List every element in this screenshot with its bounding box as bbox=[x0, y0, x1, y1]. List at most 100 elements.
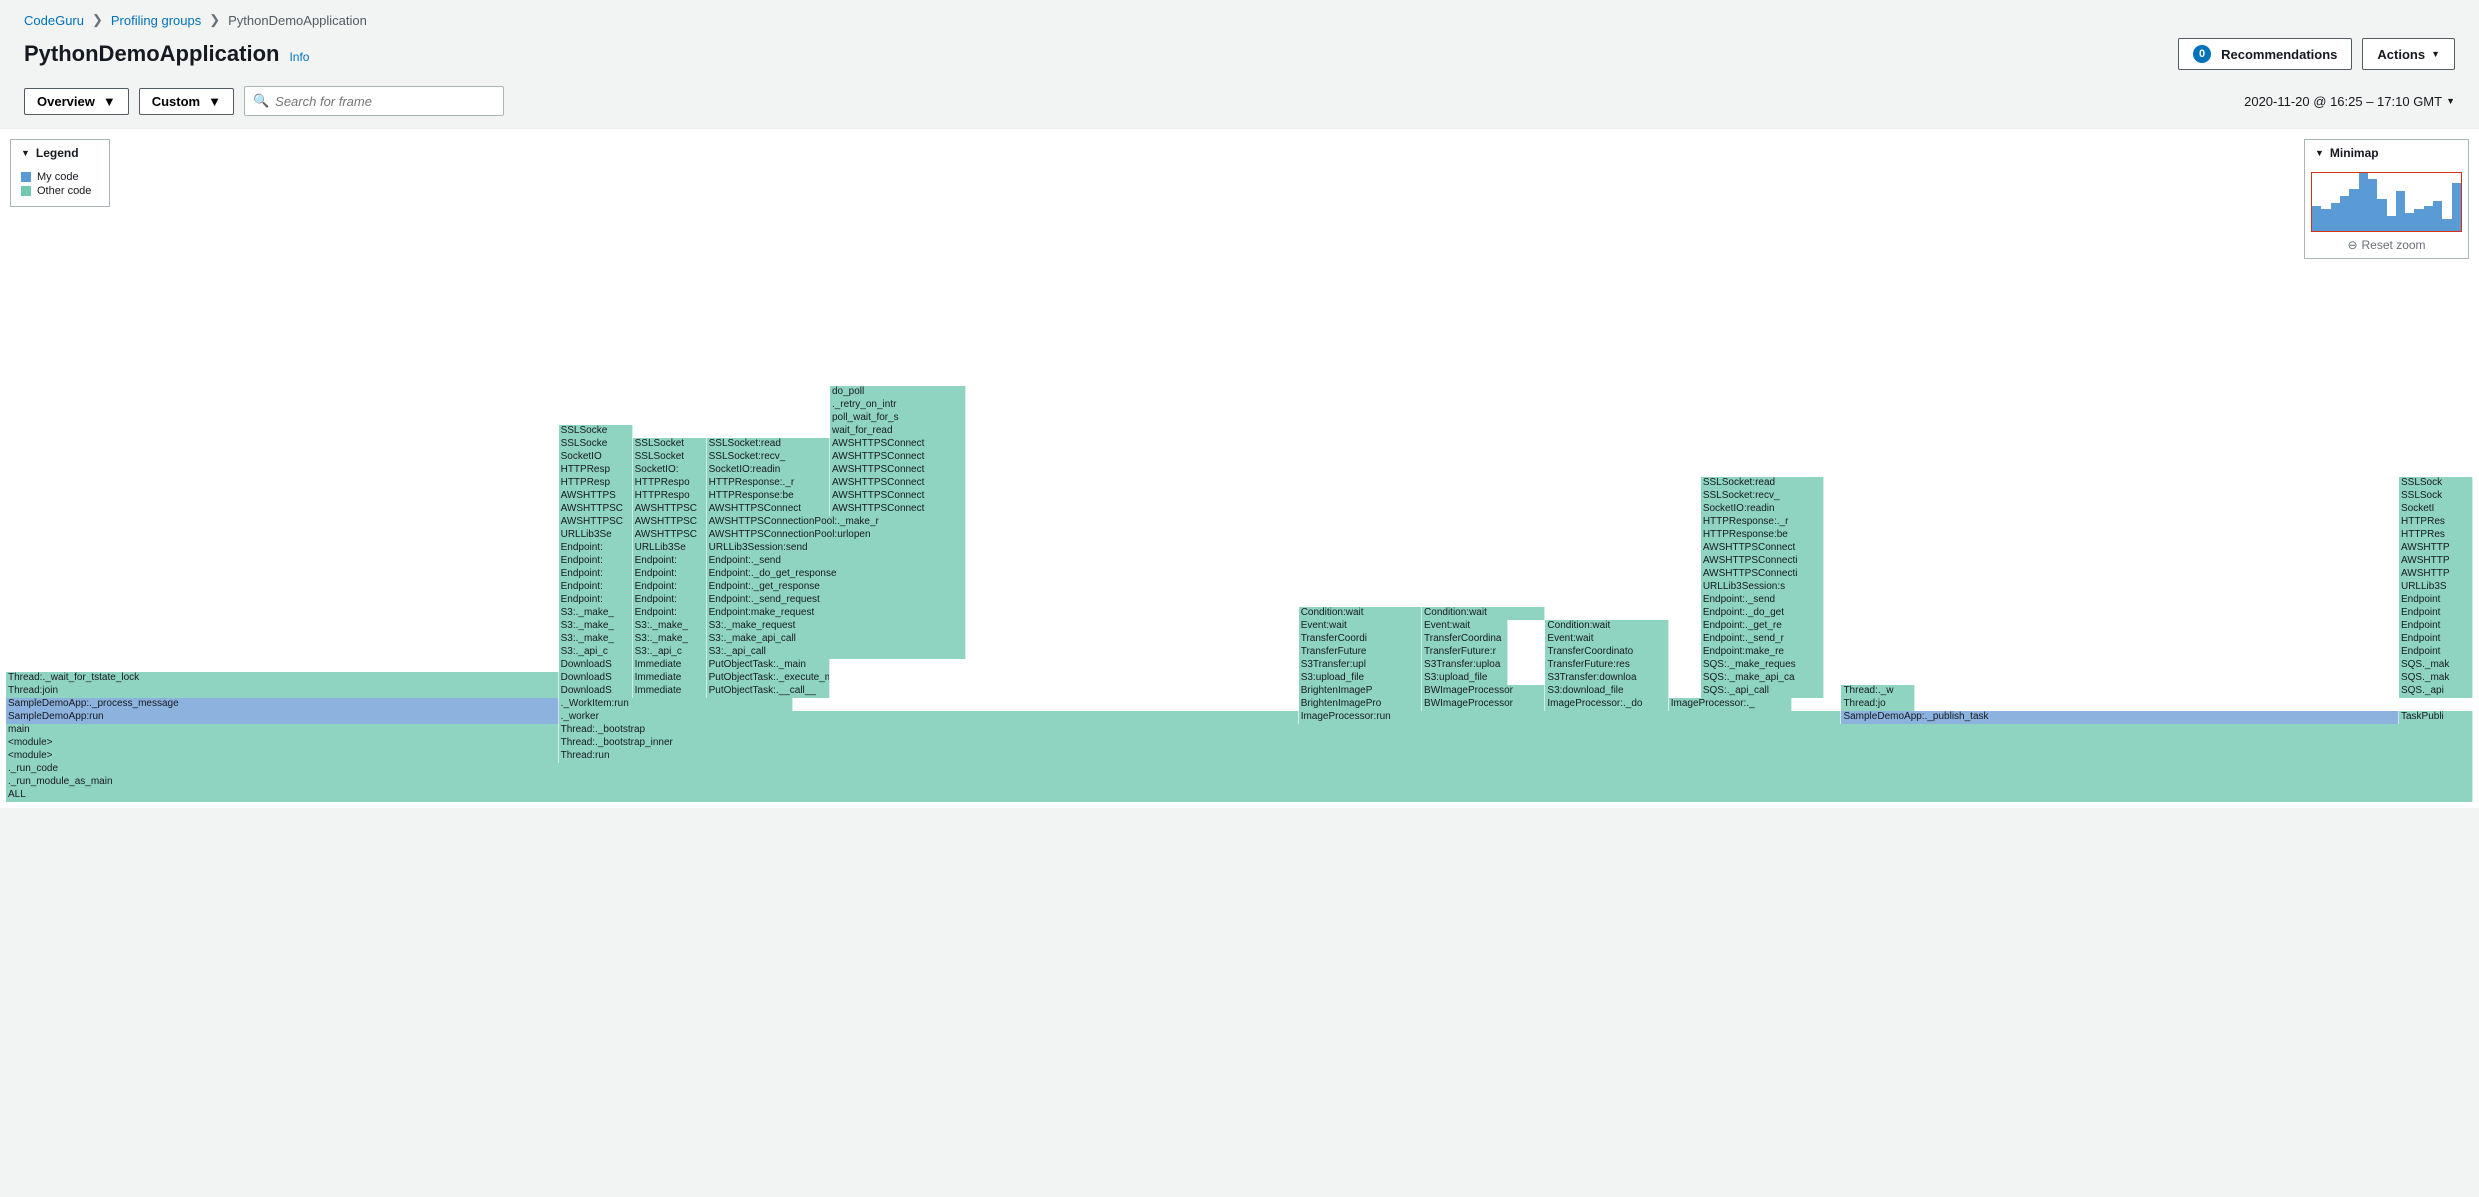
flame-frame[interactable]: S3Transfer:uploa bbox=[1422, 659, 1508, 672]
flame-frame[interactable]: Endpoint bbox=[2399, 607, 2473, 620]
flame-frame[interactable]: Endpoint: bbox=[633, 568, 707, 581]
flame-frame[interactable]: AWSHTTPSConnect bbox=[830, 451, 966, 464]
flame-frame[interactable]: URLLib3Se bbox=[559, 529, 633, 542]
flame-frame[interactable]: <module> bbox=[6, 737, 559, 750]
legend-header[interactable]: ▼ Legend bbox=[11, 140, 109, 166]
flame-frame[interactable]: Endpoint: bbox=[633, 594, 707, 607]
flame-frame[interactable]: ImageProcessor:._ bbox=[1669, 698, 1792, 711]
flame-frame[interactable]: Endpoint:make_re bbox=[1701, 646, 1824, 659]
minimap-header[interactable]: ▼ Minimap bbox=[2305, 140, 2468, 166]
flame-frame[interactable]: S3:._api_c bbox=[633, 646, 707, 659]
flame-frame[interactable]: Immediate bbox=[633, 672, 707, 685]
flame-frame[interactable]: Immediate bbox=[633, 685, 707, 698]
flame-frame[interactable]: DownloadS bbox=[559, 672, 633, 685]
flame-frame[interactable]: SSLSocket:recv_ bbox=[707, 451, 830, 464]
flame-frame[interactable]: SSLSocke bbox=[559, 425, 633, 438]
flame-frame[interactable]: SQS:._make_reques bbox=[1701, 659, 1824, 672]
flame-frame[interactable]: Endpoint:._do_get_response bbox=[707, 568, 966, 581]
flame-frame[interactable]: BWImageProcessor bbox=[1422, 698, 1545, 711]
flame-frame[interactable]: ._retry_on_intr bbox=[830, 399, 966, 412]
flame-frame[interactable]: poll_wait_for_s bbox=[830, 412, 966, 425]
flame-frame[interactable]: SocketIO:readin bbox=[707, 464, 830, 477]
flame-frame[interactable]: SQS._api bbox=[2399, 685, 2473, 698]
flame-frame[interactable]: HTTPResp bbox=[559, 477, 633, 490]
actions-button[interactable]: Actions ▼ bbox=[2362, 38, 2455, 70]
flame-frame[interactable]: S3Transfer:downloa bbox=[1545, 672, 1668, 685]
flame-frame[interactable]: Endpoint: bbox=[559, 568, 633, 581]
flame-frame[interactable]: Thread:jo bbox=[1841, 698, 1915, 711]
flame-frame[interactable]: DownloadS bbox=[559, 685, 633, 698]
flame-frame[interactable]: AWSHTTPSConnecti bbox=[1701, 568, 1824, 581]
flame-frame[interactable]: SQS._mak bbox=[2399, 672, 2473, 685]
flame-frame[interactable]: AWSHTTPSConnect bbox=[830, 477, 966, 490]
flame-frame[interactable]: ALL bbox=[6, 789, 2473, 802]
flame-frame[interactable]: Endpoint: bbox=[633, 607, 707, 620]
flame-graph[interactable]: ALL._run_module_as_main._run_code<module… bbox=[6, 386, 2473, 802]
flame-frame[interactable]: Endpoint: bbox=[559, 581, 633, 594]
flame-frame[interactable]: Endpoint: bbox=[559, 555, 633, 568]
flame-frame[interactable]: SampleDemoApp:run bbox=[6, 711, 559, 724]
flame-frame[interactable]: BrightenImagePro bbox=[1299, 698, 1422, 711]
info-link[interactable]: Info bbox=[289, 50, 309, 64]
flame-frame[interactable]: Endpoint bbox=[2399, 633, 2473, 646]
breadcrumb-codeguru[interactable]: CodeGuru bbox=[24, 13, 84, 28]
flame-frame[interactable]: TransferCoordina bbox=[1422, 633, 1508, 646]
flame-frame[interactable]: AWSHTTPS bbox=[559, 490, 633, 503]
flame-frame[interactable]: Condition:wait bbox=[1422, 607, 1545, 620]
flame-frame[interactable]: <module> bbox=[6, 750, 559, 763]
flame-frame[interactable]: AWSHTTP bbox=[2399, 555, 2473, 568]
flame-frame[interactable]: Thread:._bootstrap_inner bbox=[559, 737, 2473, 750]
flame-frame[interactable]: AWSHTTPSC bbox=[559, 516, 633, 529]
flame-frame[interactable]: PutObjectTask:._main bbox=[707, 659, 830, 672]
flame-frame[interactable]: SSLSock bbox=[2399, 490, 2473, 503]
flame-frame[interactable]: HTTPRespo bbox=[633, 477, 707, 490]
flame-frame[interactable]: AWSHTTPSC bbox=[633, 503, 707, 516]
flame-frame[interactable]: SSLSocket bbox=[633, 451, 707, 464]
flame-frame[interactable]: Thread:._w bbox=[1841, 685, 1915, 698]
flame-frame[interactable]: SSLSocket:read bbox=[707, 438, 830, 451]
flame-frame[interactable]: Thread:._bootstrap bbox=[559, 724, 2473, 737]
time-range-selector[interactable]: 2020-11-20 @ 16:25 – 17:10 GMT ▼ bbox=[2244, 94, 2455, 109]
flame-frame[interactable]: TransferCoordinato bbox=[1545, 646, 1668, 659]
flame-frame[interactable]: HTTPResponse:._r bbox=[1701, 516, 1824, 529]
flame-frame[interactable]: AWSHTTPSConnect bbox=[830, 438, 966, 451]
flame-frame[interactable]: ._WorkItem:run bbox=[559, 698, 793, 711]
flame-frame[interactable]: AWSHTTPSConnect bbox=[830, 464, 966, 477]
flame-frame[interactable]: AWSHTTPSC bbox=[559, 503, 633, 516]
flame-frame[interactable]: HTTPResp bbox=[559, 464, 633, 477]
flame-frame[interactable]: Event:wait bbox=[1545, 633, 1668, 646]
flame-frame[interactable]: HTTPResponse:be bbox=[1701, 529, 1824, 542]
flame-frame[interactable]: TransferFuture:r bbox=[1422, 646, 1508, 659]
flame-frame[interactable]: do_poll bbox=[830, 386, 966, 399]
flame-frame[interactable]: SocketIO:readin bbox=[1701, 503, 1824, 516]
flame-frame[interactable]: AWSHTTP bbox=[2399, 542, 2473, 555]
flame-frame[interactable]: Endpoint: bbox=[559, 594, 633, 607]
flame-frame[interactable]: AWSHTTPSC bbox=[633, 516, 707, 529]
flame-frame[interactable]: S3:._api_c bbox=[559, 646, 633, 659]
flame-frame[interactable]: URLLib3Session:send bbox=[707, 542, 966, 555]
flame-frame[interactable]: PutObjectTask:.__call__ bbox=[707, 685, 830, 698]
flame-frame[interactable]: Condition:wait bbox=[1299, 607, 1422, 620]
flame-frame[interactable]: Immediate bbox=[633, 659, 707, 672]
flame-frame[interactable]: HTTPRespo bbox=[633, 490, 707, 503]
flame-frame[interactable]: wait_for_read bbox=[830, 425, 966, 438]
flame-frame[interactable]: Endpoint: bbox=[559, 542, 633, 555]
minimap-chart[interactable] bbox=[2311, 172, 2462, 232]
recommendations-button[interactable]: 0 Recommendations bbox=[2178, 38, 2352, 70]
flame-frame[interactable]: SampleDemoApp:._process_message bbox=[6, 698, 559, 711]
flame-frame[interactable]: Event:wait bbox=[1299, 620, 1422, 633]
flame-frame[interactable]: Endpoint bbox=[2399, 594, 2473, 607]
flame-frame[interactable]: BrightenImageP bbox=[1299, 685, 1422, 698]
flame-frame[interactable]: Endpoint: bbox=[633, 581, 707, 594]
flame-frame[interactable]: S3:._make_api_call bbox=[707, 633, 966, 646]
flame-frame[interactable]: Endpoint:._send bbox=[707, 555, 966, 568]
flame-frame[interactable]: URLLib3Se bbox=[633, 542, 707, 555]
flame-frame[interactable]: PutObjectTask:._execute_main bbox=[707, 672, 830, 685]
flame-frame[interactable]: S3:._api_call bbox=[707, 646, 966, 659]
flame-frame[interactable]: S3:._make_ bbox=[633, 633, 707, 646]
flame-frame[interactable]: SocketIO bbox=[559, 451, 633, 464]
reset-zoom-button[interactable]: ⊖ Reset zoom bbox=[2311, 232, 2462, 252]
flame-frame[interactable]: URLLib3Session:s bbox=[1701, 581, 1824, 594]
flame-frame[interactable]: SocketIO: bbox=[633, 464, 707, 477]
flame-frame[interactable]: Endpoint bbox=[2399, 620, 2473, 633]
